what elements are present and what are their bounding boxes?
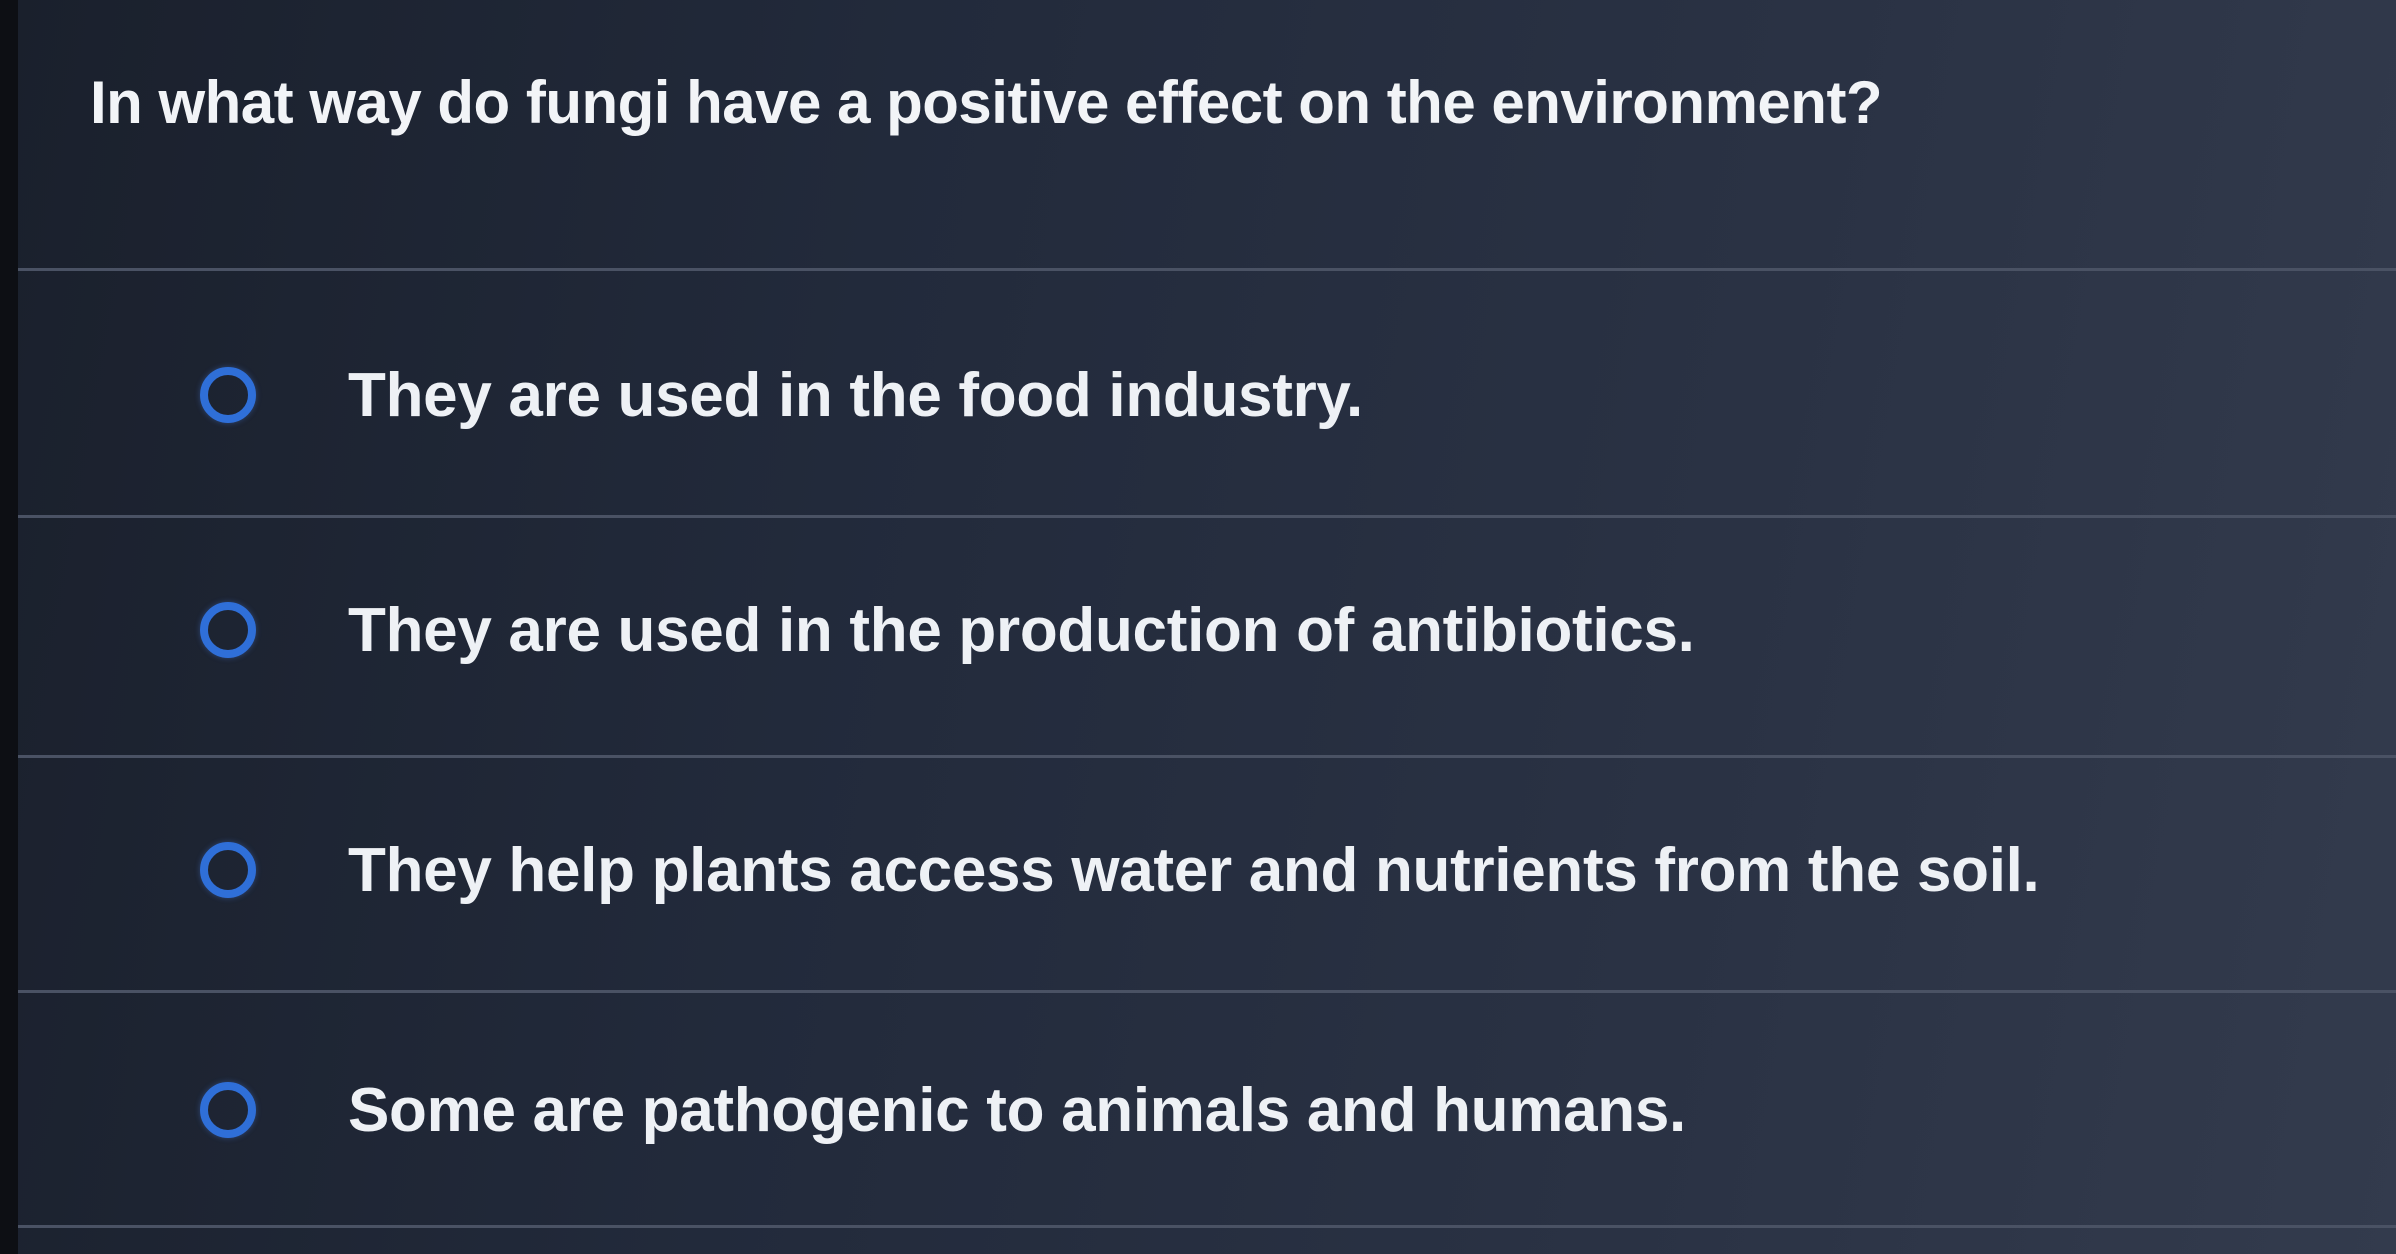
answer-option-4[interactable]: Some are pathogenic to animals and human… [200, 1060, 1686, 1160]
divider [18, 268, 2396, 271]
answer-option-1[interactable]: They are used in the food industry. [200, 345, 1363, 445]
question-text: In what way do fungi have a positive eff… [90, 69, 1883, 136]
divider [18, 990, 2396, 993]
radio-button[interactable] [200, 367, 256, 423]
answer-option-2[interactable]: They are used in the production of antib… [200, 580, 1695, 680]
radio-button[interactable] [200, 1082, 256, 1138]
divider [18, 515, 2396, 518]
answer-option-label: They are used in the food industry. [348, 360, 1363, 430]
radio-button[interactable] [200, 842, 256, 898]
answer-option-label: Some are pathogenic to animals and human… [348, 1075, 1686, 1145]
divider [18, 1225, 2396, 1228]
screen-bezel [0, 0, 18, 1254]
answer-option-3[interactable]: They help plants access water and nutrie… [200, 820, 2040, 920]
radio-button[interactable] [200, 602, 256, 658]
divider [18, 755, 2396, 758]
quiz-screen: In what way do fungi have a positive eff… [0, 0, 2396, 1254]
answer-option-label: They are used in the production of antib… [348, 595, 1695, 665]
answer-option-label: They help plants access water and nutrie… [348, 835, 2040, 905]
